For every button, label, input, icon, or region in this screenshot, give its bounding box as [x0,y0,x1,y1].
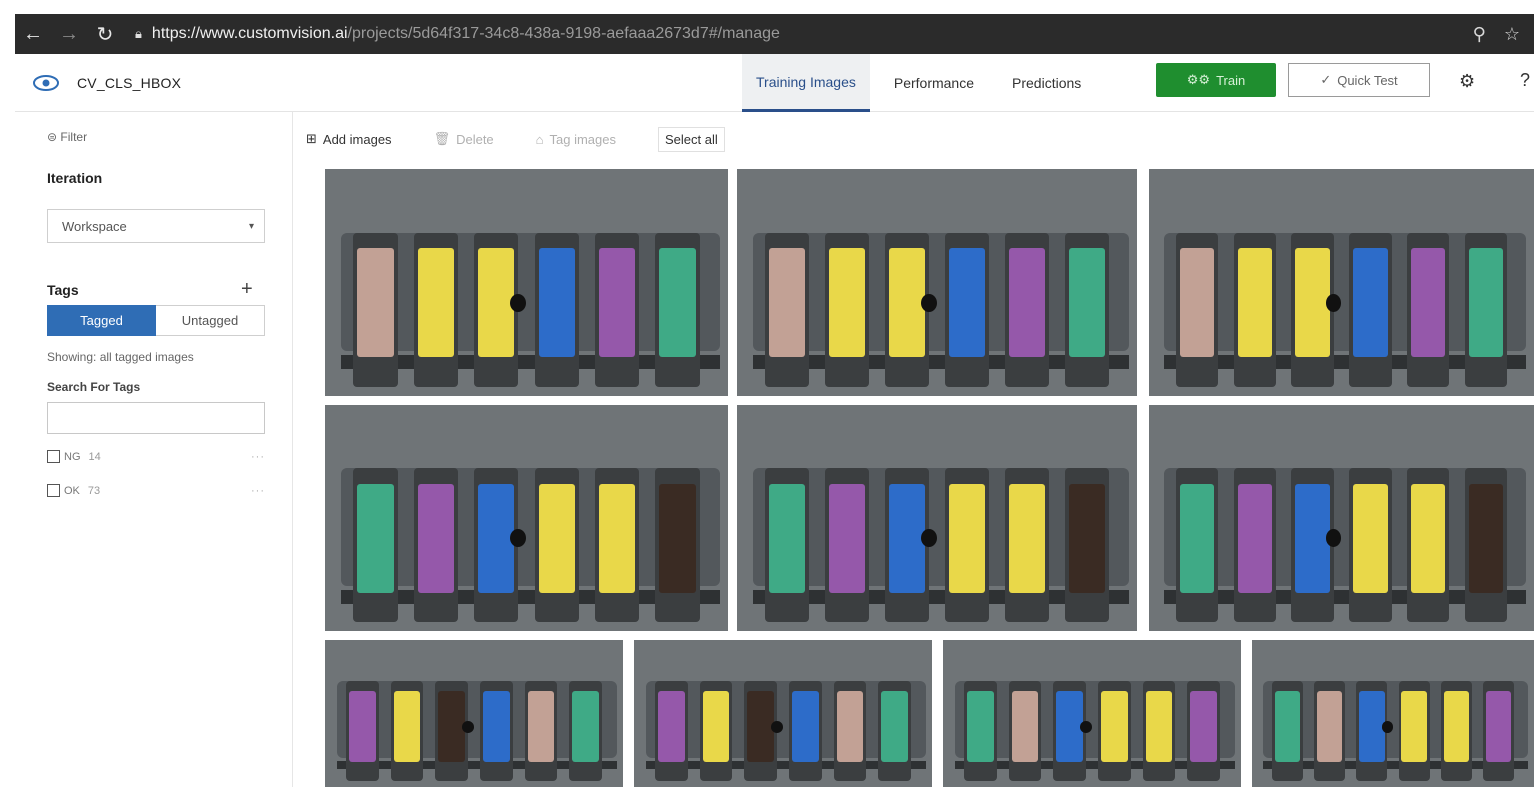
tag-checkbox[interactable] [47,450,60,463]
tag-images-label: Tag images [549,131,616,147]
reload-icon: ↻ [96,23,114,46]
gears-icon: ⚙⚙ [1186,72,1211,87]
train-button[interactable]: ⚙⚙ Train [1156,63,1276,97]
more-icon[interactable]: ··· [251,451,265,463]
tag-count: 14 [88,450,101,463]
filter-toggle[interactable]: ⊜ Filter [47,130,87,144]
sidebar: ⊜ Filter Iteration Workspace ▾ Tags + Ta… [15,112,293,787]
tag-checkbox[interactable] [47,484,60,497]
showing-text: Showing: all tagged images [47,350,194,364]
image-thumbnail[interactable] [325,640,623,787]
add-images-button[interactable]: ⊞ Add images [306,131,392,147]
delete-button[interactable]: 🗑︎ Delete [434,131,494,147]
quick-test-label: Quick Test [1337,72,1398,88]
image-thumbnail[interactable] [1149,169,1534,396]
image-toolbar: ⊞ Add images 🗑︎ Delete ⌂ Tag images Sele… [306,112,767,166]
browser-bar: ← → ↻ 🔒︎ https://www.customvision.ai/pro… [15,14,1534,54]
arrow-left-icon: ← [23,22,43,45]
gear-icon[interactable]: ⚙ [1459,71,1475,92]
search-label: Search For Tags [47,380,141,394]
app-header: CV_CLS_HBOX Training Images Performance … [15,54,1534,112]
eye-icon[interactable] [33,73,59,93]
image-grid [325,169,1534,787]
back-button[interactable]: ← [15,14,51,54]
dropdown-caret-icon: ▾ [248,220,254,232]
star-icon[interactable]: ☆ [1504,24,1520,45]
url-path: /projects/5d64f317-34c8-438a-9198-aefaaa… [347,25,780,42]
image-thumbnail[interactable] [943,640,1241,787]
iteration-title: Iteration [47,170,103,186]
url-host: https://www.customvision.ai [151,25,348,42]
image-thumbnail[interactable] [1149,405,1534,631]
address-bar[interactable]: 🔒︎ https://www.customvision.ai/projects/… [135,25,1473,43]
forward-button[interactable]: → [51,14,87,54]
image-thumbnail[interactable] [634,640,932,787]
delete-label: Delete [456,131,494,147]
select-all-button[interactable]: Select all [658,126,725,152]
lock-icon: 🔒︎ [135,26,142,41]
tagged-toggle: Tagged Untagged [47,305,265,336]
more-icon[interactable]: ··· [251,485,265,497]
tag-row-ok[interactable]: OK 73 ··· [47,484,265,497]
project-name[interactable]: CV_CLS_HBOX [77,75,181,91]
tag-images-button[interactable]: ⌂ Tag images [536,132,616,147]
iteration-value: Workspace [62,218,127,234]
reload-button[interactable]: ↻ [87,14,123,54]
image-thumbnail[interactable] [325,405,728,631]
image-thumbnail[interactable] [737,405,1137,631]
main-tabs: Training Images Performance Predictions [742,54,1105,112]
filter-label: Filter [60,130,88,144]
tag-count: 73 [87,484,101,497]
tag-row-ng[interactable]: NG 14 ··· [47,450,265,463]
tab-training-images[interactable]: Training Images [742,54,870,112]
tab-performance[interactable]: Performance [880,54,988,112]
tagged-button[interactable]: Tagged [47,305,156,336]
arrow-right-icon: → [59,22,79,45]
check-icon: ✓ [1320,72,1332,87]
image-thumbnail[interactable] [325,169,728,396]
image-thumbnail[interactable] [737,169,1137,396]
tag-icon: ⌂ [535,131,544,147]
image-thumbnail[interactable] [1252,640,1534,787]
iteration-dropdown[interactable]: Workspace ▾ [47,209,265,243]
add-images-icon: ⊞ [306,131,317,146]
quick-test-button[interactable]: ✓ Quick Test [1288,63,1430,97]
tag-name: OK [64,484,80,497]
train-label: Train [1216,72,1246,88]
tag-name: NG [64,450,81,463]
untagged-button[interactable]: Untagged [156,305,265,336]
tab-predictions[interactable]: Predictions [998,54,1095,112]
add-images-label: Add images [322,131,392,147]
zoom-icon[interactable]: ⚲ [1473,24,1486,45]
help-icon[interactable]: ? [1520,70,1530,91]
search-tags-input[interactable] [47,402,265,434]
trash-icon: 🗑︎ [433,131,451,146]
add-tag-icon[interactable]: + [241,278,253,301]
filter-icon: ⊜ [47,130,58,144]
tags-title: Tags [47,282,79,298]
